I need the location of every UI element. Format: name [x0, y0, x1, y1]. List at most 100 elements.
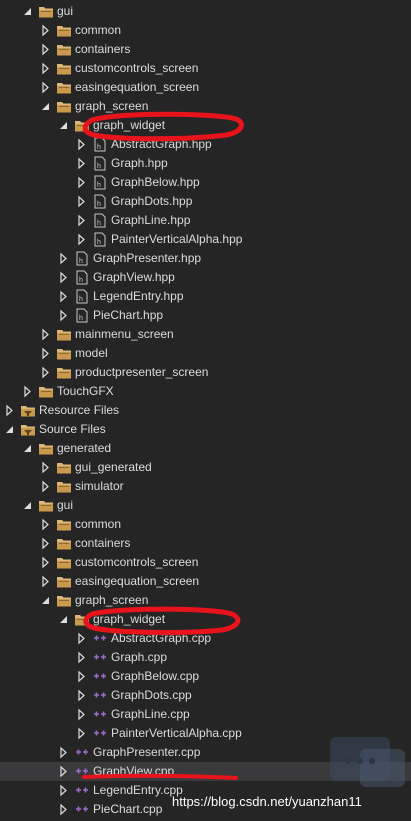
- tree-item-label: Graph.cpp: [111, 650, 168, 664]
- collapsed-arrow-icon[interactable]: [76, 154, 88, 173]
- tree-row[interactable]: generated: [0, 439, 411, 458]
- tree-row[interactable]: h GraphView.hpp: [0, 268, 411, 287]
- collapsed-arrow-icon[interactable]: [76, 135, 88, 154]
- tree-row[interactable]: graph_screen: [0, 591, 411, 610]
- collapsed-arrow-icon[interactable]: [40, 363, 52, 382]
- collapsed-arrow-icon[interactable]: [40, 78, 52, 97]
- tree-row[interactable]: TouchGFX: [0, 382, 411, 401]
- collapsed-arrow-icon[interactable]: [76, 686, 88, 705]
- tree-row[interactable]: common: [0, 21, 411, 40]
- collapsed-arrow-icon[interactable]: [40, 515, 52, 534]
- svg-text:h: h: [97, 220, 101, 227]
- tree-row[interactable]: Source Files: [0, 420, 411, 439]
- tree-row[interactable]: h GraphDots.hpp: [0, 192, 411, 211]
- tree-row[interactable]: h PainterVerticalAlpha.hpp: [0, 230, 411, 249]
- tree-row[interactable]: h PieChart.hpp: [0, 306, 411, 325]
- tree-row[interactable]: h GraphBelow.hpp: [0, 173, 411, 192]
- tree-row[interactable]: Resource Files: [0, 401, 411, 420]
- tree-row[interactable]: containers: [0, 40, 411, 59]
- tree-row[interactable]: gui: [0, 2, 411, 21]
- svg-text:h: h: [97, 201, 101, 208]
- collapsed-arrow-icon[interactable]: [76, 724, 88, 743]
- tree-row[interactable]: GraphLine.cpp: [0, 705, 411, 724]
- collapsed-arrow-icon[interactable]: [40, 534, 52, 553]
- expanded-arrow-icon[interactable]: [22, 2, 34, 21]
- tree-row[interactable]: customcontrols_screen: [0, 59, 411, 78]
- folder-icon: [56, 61, 72, 76]
- tree-item-label: Graph.hpp: [111, 156, 168, 170]
- tree-row[interactable]: easingequation_screen: [0, 572, 411, 591]
- tree-row[interactable]: h Graph.hpp: [0, 154, 411, 173]
- collapsed-arrow-icon[interactable]: [4, 401, 16, 420]
- cpp-file-icon: [74, 783, 90, 798]
- tree-row[interactable]: containers: [0, 534, 411, 553]
- collapsed-arrow-icon[interactable]: [76, 192, 88, 211]
- collapsed-arrow-icon[interactable]: [40, 325, 52, 344]
- collapsed-arrow-icon[interactable]: [40, 344, 52, 363]
- cpp-file-icon: [92, 650, 108, 665]
- tree-item-label: common: [75, 517, 122, 531]
- tree-row[interactable]: gui: [0, 496, 411, 515]
- expanded-arrow-icon[interactable]: [22, 439, 34, 458]
- tree-row[interactable]: mainmenu_screen: [0, 325, 411, 344]
- collapsed-arrow-icon[interactable]: [58, 762, 70, 781]
- collapsed-arrow-icon[interactable]: [40, 59, 52, 78]
- tree-row[interactable]: gui_generated: [0, 458, 411, 477]
- collapsed-arrow-icon[interactable]: [40, 40, 52, 59]
- tree-item-label: GraphPresenter.cpp: [93, 745, 201, 759]
- collapsed-arrow-icon[interactable]: [58, 306, 70, 325]
- svg-text:h: h: [79, 277, 83, 284]
- folder-icon: [56, 593, 72, 608]
- expanded-arrow-icon[interactable]: [58, 116, 70, 135]
- collapsed-arrow-icon[interactable]: [58, 743, 70, 762]
- svg-text:h: h: [97, 163, 101, 170]
- tree-row[interactable]: h GraphLine.hpp: [0, 211, 411, 230]
- expanded-arrow-icon[interactable]: [22, 496, 34, 515]
- tree-row[interactable]: easingequation_screen: [0, 78, 411, 97]
- tree-row[interactable]: GraphDots.cpp: [0, 686, 411, 705]
- collapsed-arrow-icon[interactable]: [40, 553, 52, 572]
- tree-row[interactable]: graph_widget: [0, 610, 411, 629]
- tree-item-label: Resource Files: [39, 403, 120, 417]
- collapsed-arrow-icon[interactable]: [40, 21, 52, 40]
- tree-row[interactable]: model: [0, 344, 411, 363]
- expanded-arrow-icon[interactable]: [4, 420, 16, 439]
- collapsed-arrow-icon[interactable]: [58, 287, 70, 306]
- collapsed-arrow-icon[interactable]: [40, 477, 52, 496]
- collapsed-arrow-icon[interactable]: [58, 781, 70, 800]
- collapsed-arrow-icon[interactable]: [76, 629, 88, 648]
- tree-row[interactable]: GraphBelow.cpp: [0, 667, 411, 686]
- collapsed-arrow-icon[interactable]: [58, 268, 70, 287]
- collapsed-arrow-icon[interactable]: [40, 458, 52, 477]
- collapsed-arrow-icon[interactable]: [76, 705, 88, 724]
- collapsed-arrow-icon[interactable]: [76, 173, 88, 192]
- tree-row[interactable]: graph_widget: [0, 116, 411, 135]
- tree-row[interactable]: AbstractGraph.cpp: [0, 629, 411, 648]
- collapsed-arrow-icon[interactable]: [76, 230, 88, 249]
- tree-item-label: containers: [75, 536, 131, 550]
- tree-row[interactable]: common: [0, 515, 411, 534]
- tree-item-label: Source Files: [39, 422, 106, 436]
- tree-row[interactable]: h LegendEntry.hpp: [0, 287, 411, 306]
- solution-explorer-tree: gui common containers customcontrols_screen…: [0, 0, 411, 821]
- tree-row[interactable]: Graph.cpp: [0, 648, 411, 667]
- tree-row[interactable]: h AbstractGraph.hpp: [0, 135, 411, 154]
- expanded-arrow-icon[interactable]: [40, 97, 52, 116]
- collapsed-arrow-icon[interactable]: [76, 648, 88, 667]
- expanded-arrow-icon[interactable]: [40, 591, 52, 610]
- tree-row[interactable]: productpresenter_screen: [0, 363, 411, 382]
- cpp-file-icon: [92, 707, 108, 722]
- collapsed-arrow-icon[interactable]: [76, 211, 88, 230]
- collapsed-arrow-icon[interactable]: [58, 249, 70, 268]
- tree-row[interactable]: simulator: [0, 477, 411, 496]
- collapsed-arrow-icon[interactable]: [76, 667, 88, 686]
- tree-row[interactable]: graph_screen: [0, 97, 411, 116]
- collapsed-arrow-icon[interactable]: [40, 572, 52, 591]
- collapsed-arrow-icon[interactable]: [22, 382, 34, 401]
- expanded-arrow-icon[interactable]: [58, 610, 70, 629]
- tree-row[interactable]: h GraphPresenter.hpp: [0, 249, 411, 268]
- tree-row[interactable]: customcontrols_screen: [0, 553, 411, 572]
- collapsed-arrow-icon[interactable]: [58, 800, 70, 819]
- csdn-logo-watermark: [330, 737, 405, 787]
- header-file-icon: h: [74, 308, 90, 323]
